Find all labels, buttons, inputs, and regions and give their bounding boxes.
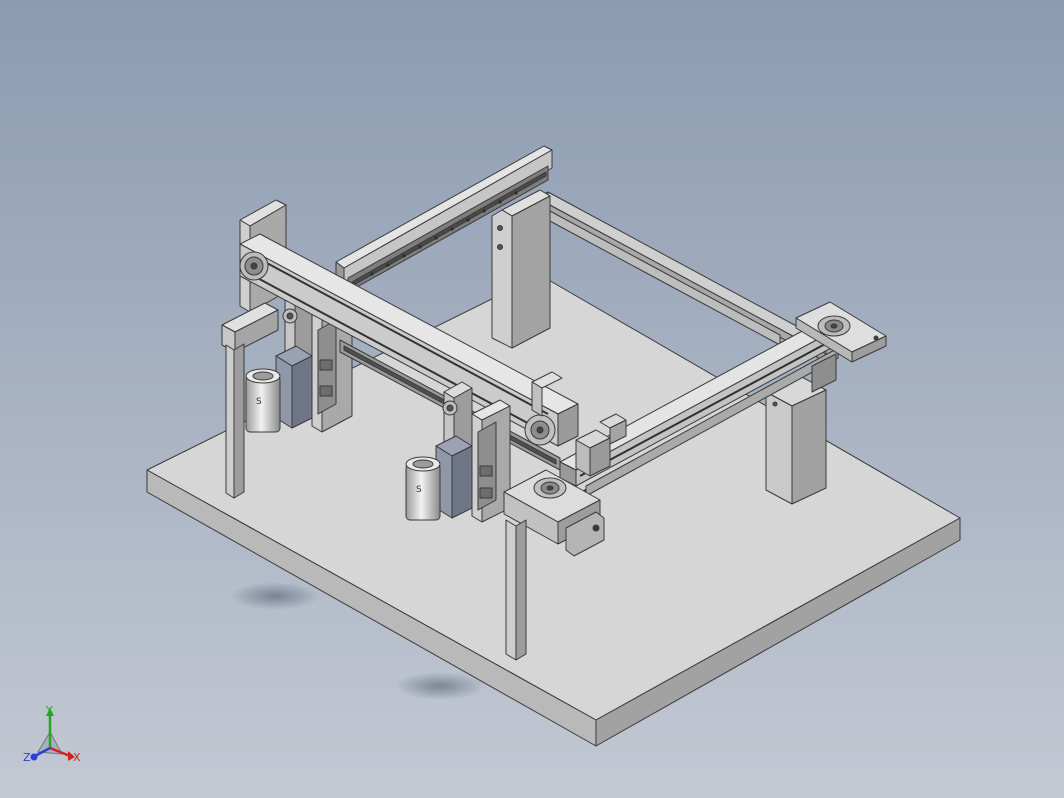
x-axis-label: X	[73, 751, 81, 764]
z-arrow-icon	[30, 753, 38, 761]
right-belt-pulley[interactable]	[524, 414, 556, 446]
far-right-pulley[interactable]	[817, 315, 851, 337]
right-support-post[interactable]	[765, 375, 827, 505]
rear-upright-column[interactable]	[491, 189, 551, 349]
z-axis-label: Z	[23, 751, 31, 764]
front-center-leg[interactable]	[505, 519, 527, 661]
center-idler-pulley	[442, 400, 458, 416]
coordinate-triad: Y X Z	[23, 704, 81, 764]
svg-text:S: S	[416, 485, 422, 495]
y-axis-label: Y	[45, 704, 53, 717]
left-belt-pulley[interactable]	[239, 251, 269, 281]
left-servo-motor[interactable]: S	[245, 368, 281, 433]
center-servo-motor[interactable]: S	[405, 456, 441, 521]
svg-text:S: S	[256, 397, 262, 407]
front-center-pulley[interactable]	[533, 477, 567, 499]
left-idler-pulley	[282, 308, 298, 324]
cad-3d-viewport[interactable]: S S Y X Z	[0, 0, 1064, 798]
